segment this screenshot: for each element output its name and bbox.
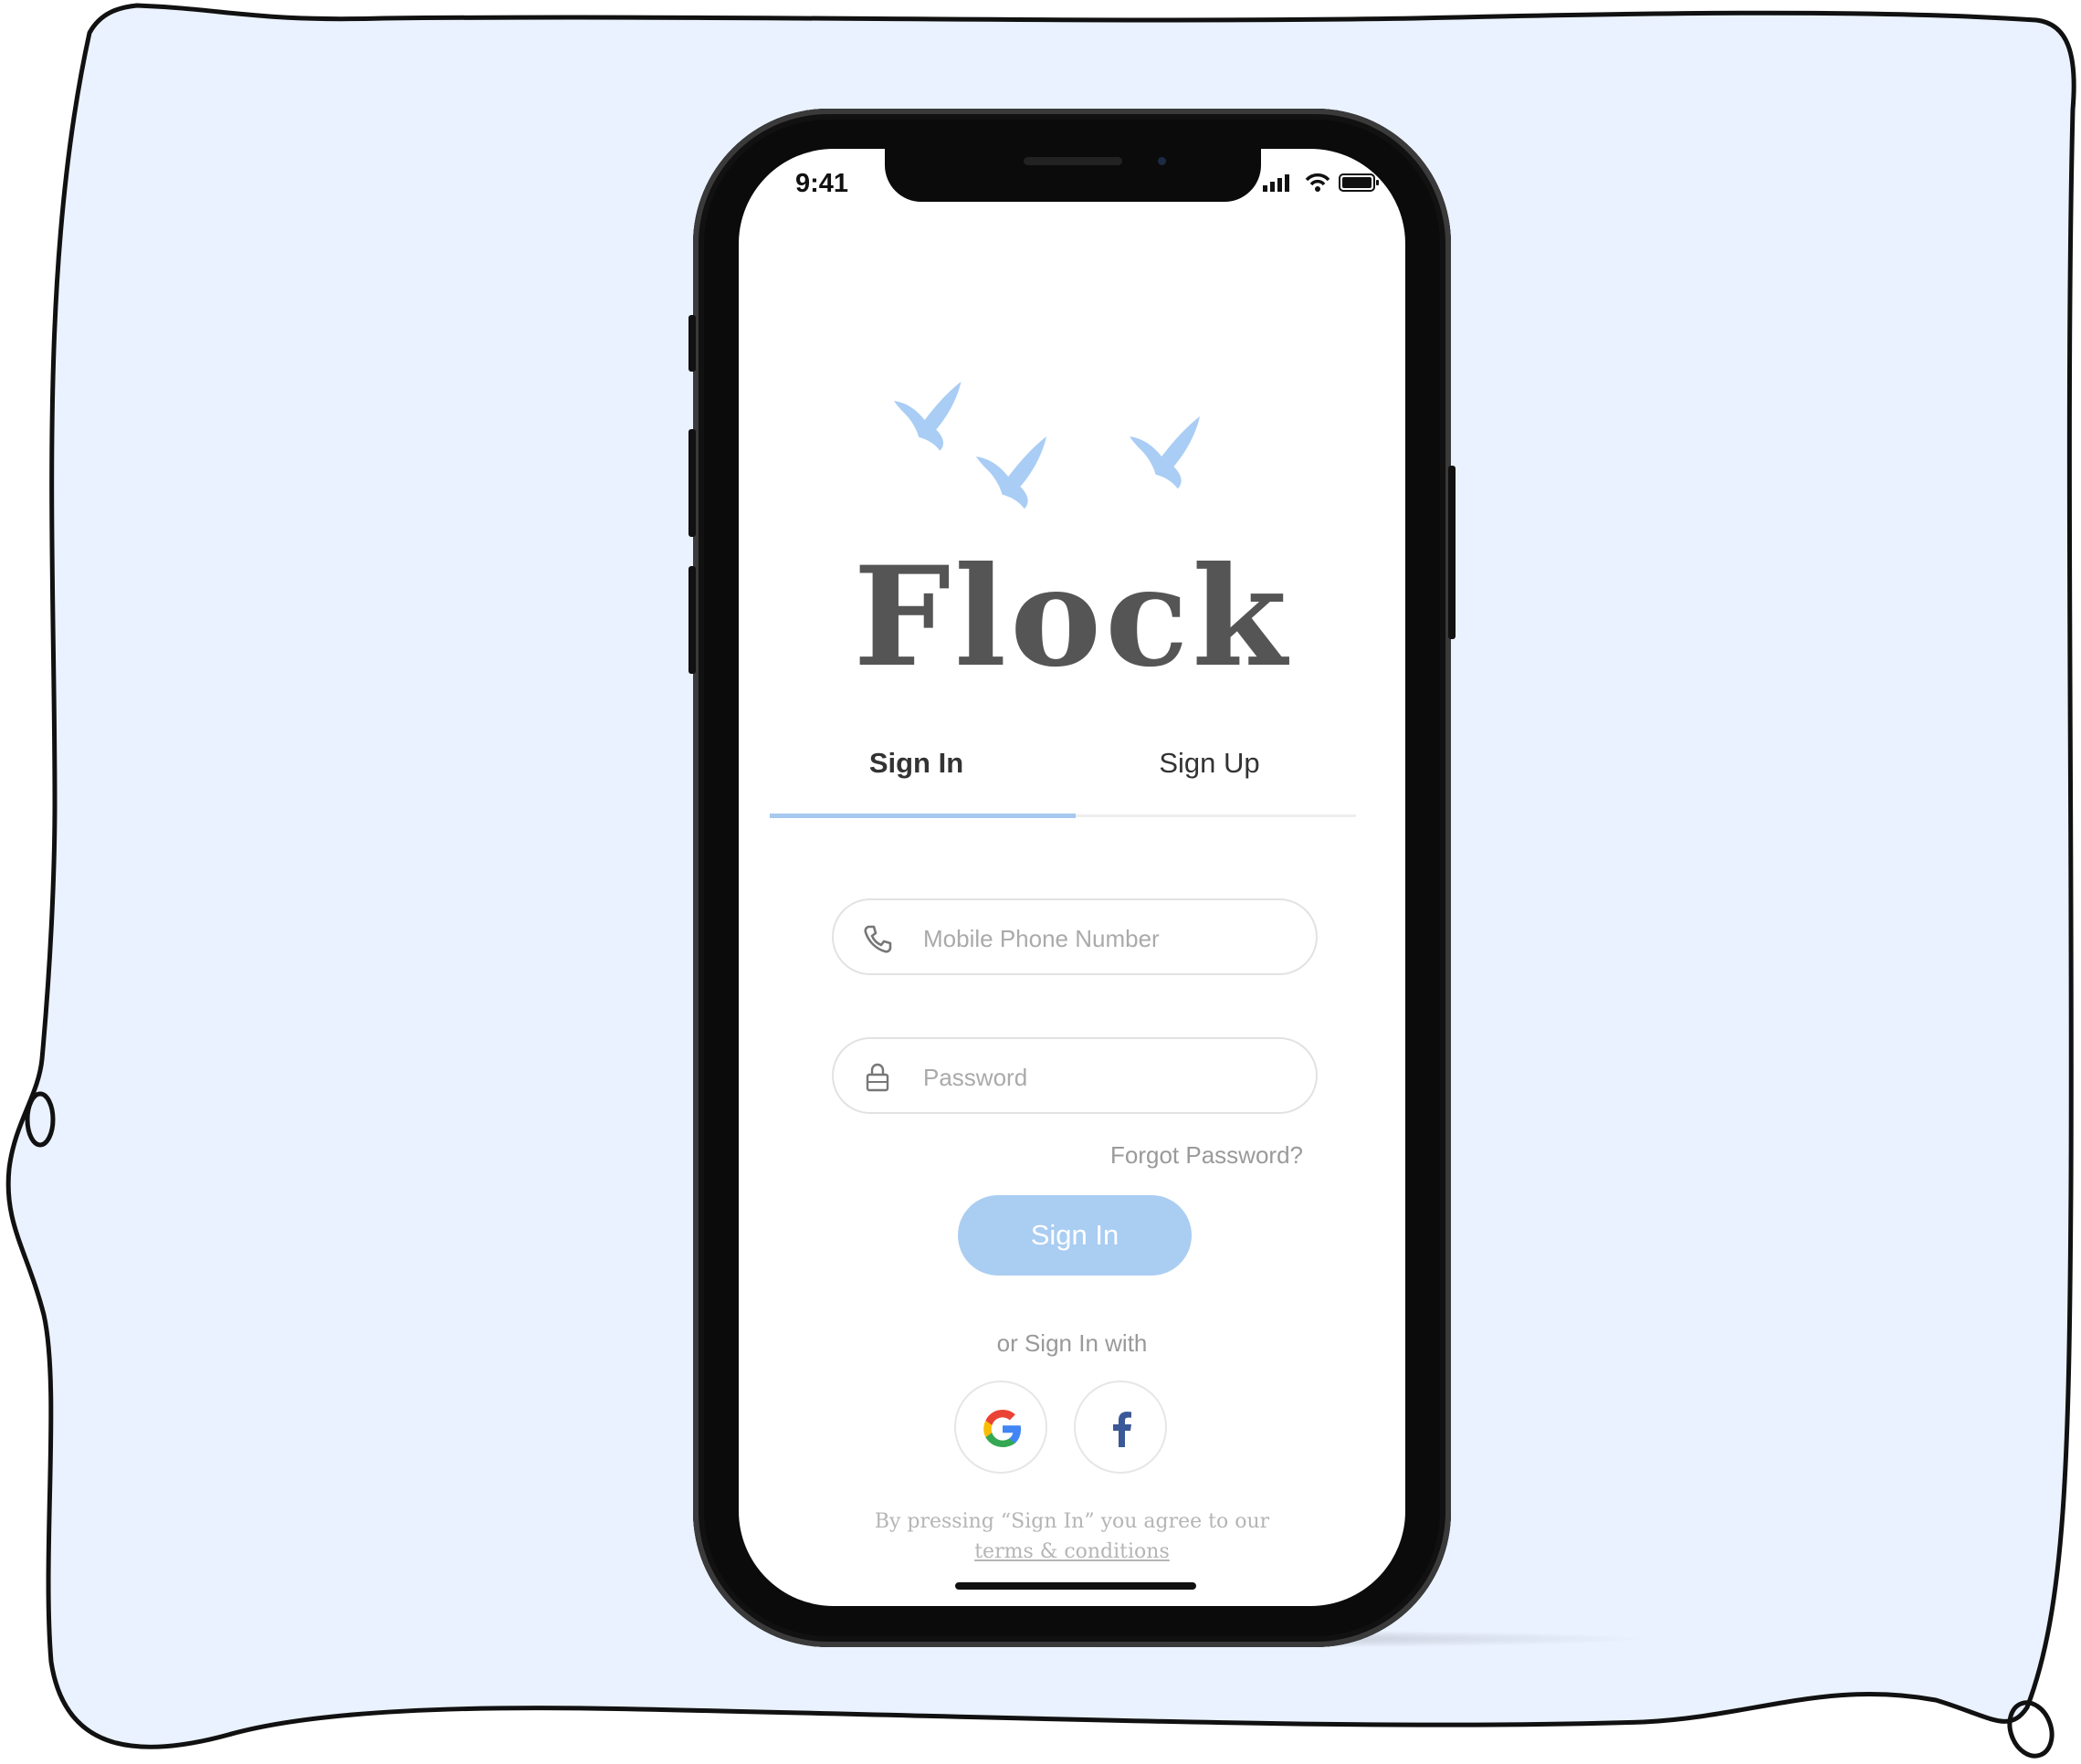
wifi-icon: [1305, 173, 1330, 192]
phone-volume-up: [688, 429, 696, 537]
facebook-icon: [1113, 1412, 1131, 1447]
social-signin-heading: or Sign In with: [996, 1329, 1148, 1357]
tab-sign-in[interactable]: Sign In: [770, 747, 1063, 780]
phone-mute-switch: [688, 315, 696, 372]
auth-tabs: Sign In Sign Up: [770, 747, 1356, 818]
speaker-grille: [1024, 157, 1122, 165]
terms-link[interactable]: terms & conditions: [739, 1540, 1405, 1563]
password-field: [832, 1037, 1318, 1114]
phone-volume-down: [688, 566, 696, 674]
phone-icon: [864, 925, 892, 953]
forgot-password-link[interactable]: Forgot Password?: [1110, 1141, 1303, 1170]
google-icon: [983, 1410, 1021, 1447]
home-indicator: [955, 1582, 1196, 1590]
phone-field: [832, 898, 1318, 975]
status-icons: [1263, 173, 1379, 192]
bird-icon: [976, 436, 1046, 509]
app-logo-text: Flock: [853, 537, 1291, 698]
tab-sign-up[interactable]: Sign Up: [1063, 747, 1356, 780]
terms-agreement-text: By pressing “Sign In” you agree to our: [874, 1510, 1270, 1533]
password-input[interactable]: [921, 1055, 1299, 1099]
phone-power-button: [1448, 466, 1456, 639]
cellular-signal-icon: [1263, 174, 1289, 192]
flock-birds-logo: [894, 382, 1200, 509]
tab-active-indicator: [770, 814, 1076, 818]
front-camera: [1158, 157, 1166, 165]
lock-icon: [866, 1063, 889, 1092]
phone-input[interactable]: [921, 917, 1299, 961]
battery-icon: [1339, 173, 1379, 192]
google-signin-button[interactable]: [954, 1381, 1047, 1474]
facebook-signin-button[interactable]: [1074, 1381, 1167, 1474]
status-time: 9:41: [795, 169, 849, 198]
sign-in-button[interactable]: Sign In: [958, 1195, 1192, 1276]
bird-icon: [1130, 416, 1200, 489]
phone-screen: 9:41 Flock Sign In Sign Up Mobile Phone …: [739, 149, 1405, 1606]
bird-icon: [894, 382, 962, 451]
phone-notch: [885, 149, 1261, 202]
